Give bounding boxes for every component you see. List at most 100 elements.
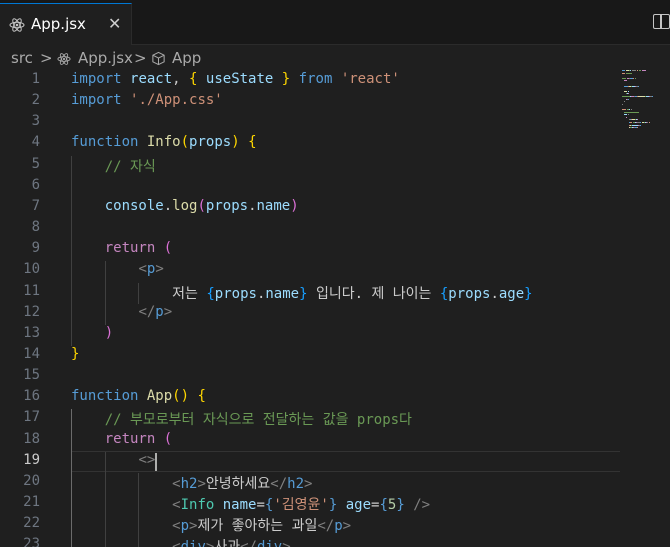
code-token: 제가 좋아하는 과일	[197, 518, 318, 535]
code-token: function	[71, 134, 139, 151]
code-line: console.log(props.name)	[71, 198, 299, 214]
code-token: function	[71, 388, 139, 405]
code-token: name	[265, 285, 300, 302]
code-token: )	[290, 197, 299, 214]
vscode-window: App.jsx ✕ src > App.jsx > App 1 import re…	[0, 0, 670, 547]
code-token: from	[298, 71, 333, 87]
breadcrumb-symbol[interactable]: App	[172, 49, 201, 67]
code-token: >	[282, 539, 290, 547]
line-number: 21	[23, 494, 40, 510]
minimap-stroke	[637, 70, 638, 71]
code-token: div	[181, 539, 206, 547]
minimap-stroke	[629, 109, 630, 110]
code-token: (	[163, 240, 173, 257]
code-token: 입니다. 제 나이는	[307, 285, 440, 302]
minimap-stroke	[633, 77, 634, 79]
tab-app-jsx[interactable]: App.jsx ✕	[0, 3, 132, 45]
code-token: >	[163, 303, 173, 320]
code-token: import	[71, 92, 122, 109]
line-number: 8	[31, 219, 40, 236]
code-token: }	[71, 345, 80, 362]
code-token: >	[197, 475, 206, 492]
code-line: <h2>안녕하세요</h2>	[71, 473, 312, 493]
code-line: import './App.css'	[71, 92, 223, 108]
code-token: h2	[180, 475, 198, 492]
code-token: console	[104, 197, 164, 214]
minimap-stroke	[622, 77, 626, 79]
code-token: .	[163, 197, 173, 214]
minimap-stroke	[647, 122, 648, 123]
code-token: }	[524, 285, 533, 302]
minimap-stroke	[622, 96, 630, 97]
code-token: props	[448, 285, 491, 302]
minimap-stroke	[632, 70, 636, 71]
code-token: 사과	[214, 539, 240, 547]
line-number: 14	[23, 345, 40, 362]
code-token: props	[205, 197, 249, 214]
code-token: useState	[205, 71, 274, 87]
code-token: {	[248, 134, 257, 151]
line-number: 18	[23, 430, 40, 447]
code-token: >	[342, 518, 352, 535]
line-number: 17	[23, 409, 40, 426]
code-editor[interactable]: 1 import react, { useState } from 'react'…	[0, 70, 670, 547]
line-number: 20	[23, 472, 40, 489]
code-token: {	[197, 388, 206, 405]
code-token: Info	[146, 134, 181, 151]
code-token: props	[214, 285, 257, 302]
chevron-right-icon: >	[40, 49, 53, 67]
minimap-stroke	[624, 111, 639, 113]
code-token: <	[172, 518, 181, 535]
code-token: <	[172, 497, 181, 513]
code-line: <>	[71, 452, 155, 468]
minimap-stroke	[640, 122, 641, 123]
code-line: </p>	[71, 304, 172, 320]
minimap-stroke	[638, 85, 639, 87]
code-line: <p>	[71, 261, 163, 277]
indent-guide	[71, 155, 72, 346]
split-editor-icon[interactable]	[653, 14, 670, 29]
minimap[interactable]	[622, 70, 670, 150]
minimap-stroke	[649, 122, 650, 123]
code-token: ()	[172, 388, 190, 405]
line-number: 7	[31, 197, 40, 214]
chevron-right-icon: >	[134, 49, 147, 67]
line-number: 3	[31, 113, 40, 130]
breadcrumb-folder[interactable]: src	[11, 49, 33, 67]
code-token: '김영윤'	[273, 497, 329, 513]
code-token: {	[206, 285, 215, 302]
code-line: import react, { useState } from 'react'	[71, 71, 400, 87]
line-number: 9	[31, 240, 40, 257]
code-token: (	[180, 134, 190, 151]
breadcrumb-file[interactable]: App.jsx	[78, 49, 133, 67]
code-token: import	[71, 71, 122, 87]
code-line: // 자식	[71, 156, 156, 176]
minimap-stroke	[639, 70, 641, 71]
code-token: App	[146, 388, 173, 405]
minimap-stroke	[652, 96, 653, 97]
code-line: return (	[71, 431, 172, 447]
code-token: </	[270, 475, 288, 492]
minimap-stroke	[624, 101, 625, 103]
code-line: function App() {	[71, 388, 206, 404]
close-icon[interactable]: ✕	[108, 14, 121, 33]
code-line: 저는 {props.name} 입니다. 제 나이는 {props.age}	[71, 283, 533, 303]
line-number: 15	[23, 367, 40, 384]
code-token: />	[413, 497, 431, 513]
line-number: 2	[31, 92, 40, 109]
code-line: return (	[71, 240, 172, 256]
